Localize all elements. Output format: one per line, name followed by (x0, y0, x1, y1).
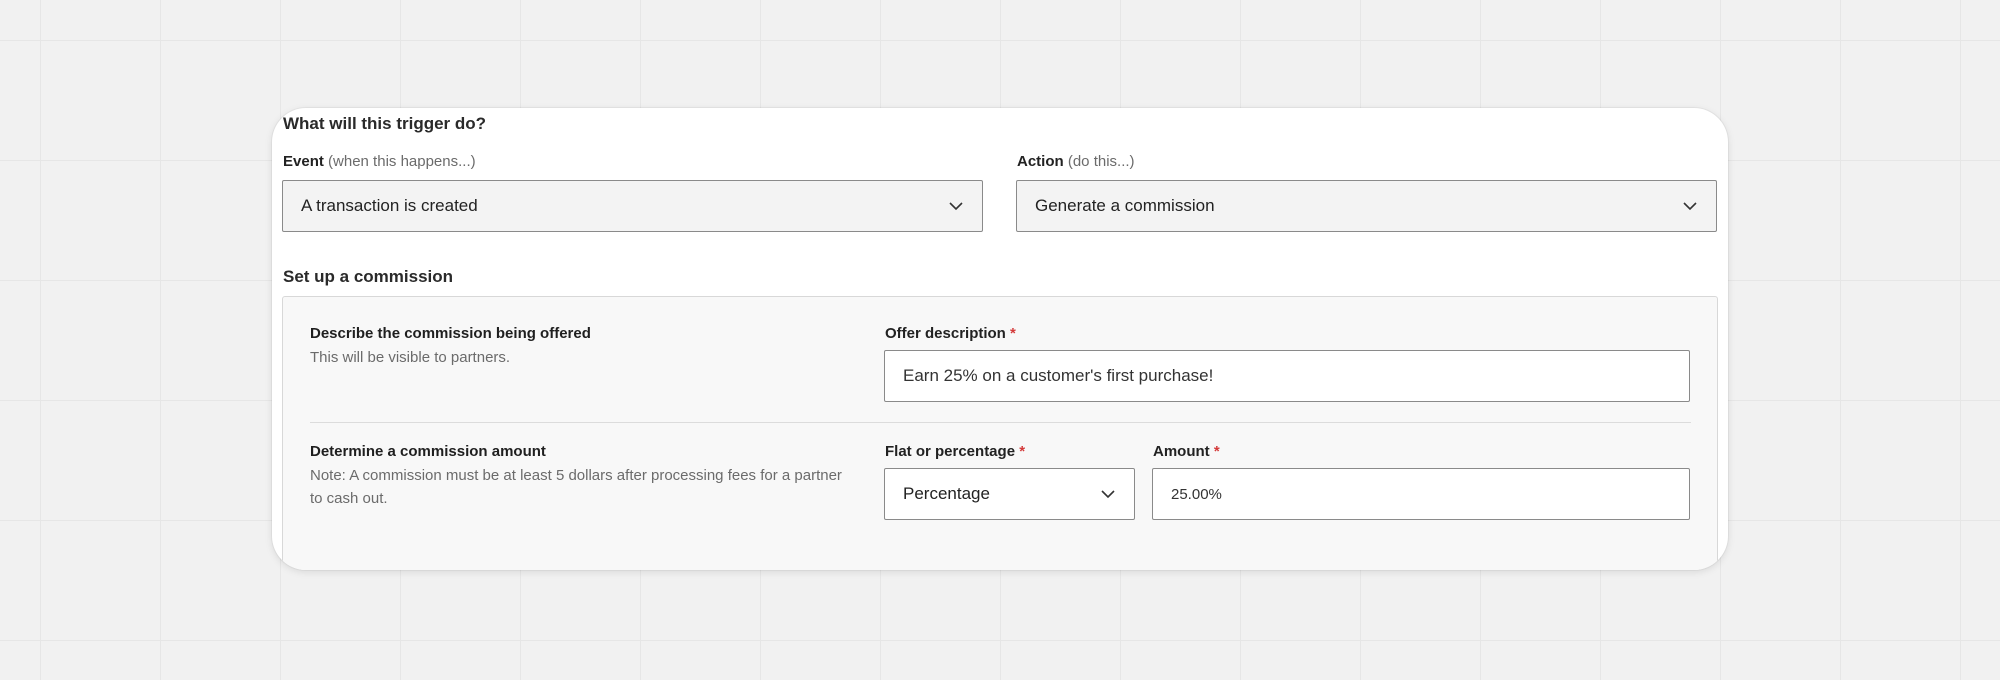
event-select[interactable]: A transaction is created (282, 180, 983, 232)
amount-section-description: Note: A commission must be at least 5 do… (310, 467, 842, 507)
event-label-hint: (when this happens...) (328, 153, 476, 170)
amount-label-text: Amount (1153, 443, 1210, 460)
amount-value: 25.00% (1171, 485, 1222, 503)
action-select[interactable]: Generate a commission (1016, 180, 1717, 232)
required-marker: * (1213, 443, 1220, 460)
flat-or-percentage-select[interactable]: Percentage (884, 468, 1135, 520)
action-label: Action (do this...) (1017, 153, 1135, 170)
event-label: Event (when this happens...) (283, 153, 476, 170)
offer-description-value: Earn 25% on a customer's first purchase! (903, 366, 1214, 385)
amount-label: Amount * (1153, 443, 1220, 460)
trigger-title: What will this trigger do? (283, 114, 487, 133)
trigger-card: What will this trigger do? Event (when t… (272, 108, 1728, 570)
chevron-down-icon (949, 202, 963, 211)
offer-description-label: Offer description * (885, 325, 1016, 342)
required-marker: * (1019, 443, 1026, 460)
action-label-hint: (do this...) (1067, 153, 1135, 170)
flat-or-percentage-value: Percentage (903, 484, 990, 503)
describe-description: This will be visible to partners. (310, 349, 511, 366)
describe-title: Describe the commission being offered (310, 325, 591, 342)
flat-or-percentage-label: Flat or percentage * (885, 443, 1025, 460)
offer-description-input[interactable]: Earn 25% on a customer's first purchase! (884, 350, 1690, 402)
event-select-value: A transaction is created (301, 196, 478, 215)
row-divider (310, 422, 1691, 423)
event-label-text: Event (283, 153, 324, 170)
action-select-value: Generate a commission (1035, 196, 1215, 215)
commission-panel: Describe the commission being offered Th… (282, 296, 1718, 570)
chevron-down-icon (1101, 490, 1115, 499)
required-marker: * (1010, 325, 1016, 342)
flat-or-percentage-label-text: Flat or percentage (885, 443, 1016, 460)
chevron-down-icon (1683, 202, 1697, 211)
commission-section-title: Set up a commission (283, 267, 454, 286)
offer-description-label-text: Offer description (885, 325, 1006, 342)
action-label-text: Action (1017, 153, 1064, 170)
amount-section-title: Determine a commission amount (310, 443, 546, 460)
amount-input[interactable]: 25.00% (1152, 468, 1690, 520)
